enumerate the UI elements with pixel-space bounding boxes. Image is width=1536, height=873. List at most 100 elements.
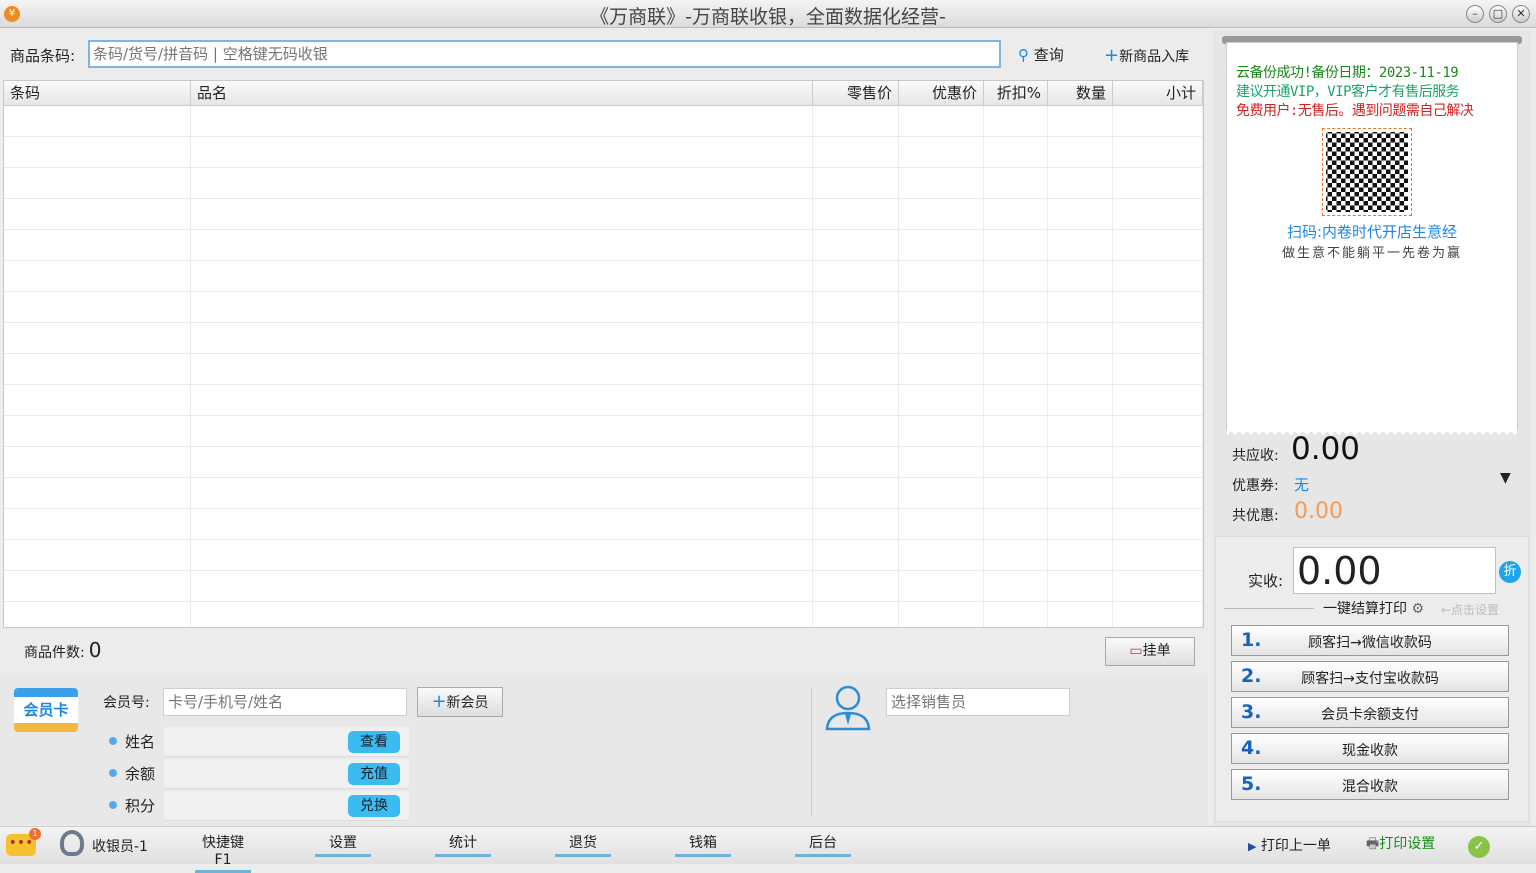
table-cell <box>899 137 984 167</box>
close-button[interactable]: ✕ <box>1512 5 1530 23</box>
table-cell <box>899 106 984 136</box>
table-cell <box>1048 199 1113 229</box>
nav-button[interactable]: 设置 <box>315 832 371 857</box>
window-title: 《万商联》-万商联收银，全面数据化经营- <box>590 6 946 28</box>
table-cell <box>813 106 899 136</box>
table-row[interactable] <box>4 354 1203 385</box>
status-check-icon: ✓ <box>1468 836 1490 858</box>
discount-button[interactable]: 折 <box>1499 561 1521 583</box>
table-row[interactable] <box>4 447 1203 478</box>
table-row[interactable] <box>4 385 1203 416</box>
table-row[interactable] <box>4 602 1203 627</box>
table-cell <box>191 354 813 384</box>
nav-button[interactable]: 快捷键F1 <box>195 832 251 873</box>
table-row[interactable] <box>4 509 1203 540</box>
query-button[interactable]: ⚲ 查询 <box>1018 44 1064 65</box>
hold-order-button[interactable]: ▭挂单 <box>1105 637 1195 666</box>
one-key-checkout-print[interactable]: 一键结算打印 ⚙ <box>1323 598 1424 618</box>
table-cell <box>813 447 899 477</box>
col-discount-pct[interactable]: 折扣% <box>984 81 1048 105</box>
table-row[interactable] <box>4 230 1203 261</box>
table-cell <box>813 137 899 167</box>
payment-method-button[interactable]: 5. 混合收款 <box>1231 769 1509 800</box>
table-row[interactable] <box>4 540 1203 571</box>
col-barcode[interactable]: 条码 <box>4 81 191 105</box>
col-discount-price[interactable]: 优惠价 <box>899 81 984 105</box>
print-last-button[interactable]: ▶ 打印上一单 <box>1248 835 1331 855</box>
table-row[interactable] <box>4 292 1203 323</box>
new-product-button[interactable]: +新商品入库 <box>1104 45 1189 66</box>
print-settings-button[interactable]: 🖶打印设置 <box>1366 833 1435 857</box>
table-cell <box>899 447 984 477</box>
table-cell <box>1048 137 1113 167</box>
member-action-button[interactable]: 兑换 <box>348 795 400 817</box>
new-product-label: 新商品入库 <box>1119 49 1190 65</box>
item-count-value: 0 <box>88 638 102 662</box>
col-name[interactable]: 品名 <box>191 81 813 105</box>
table-cell <box>1048 571 1113 601</box>
gear-icon[interactable]: ⚙ <box>1411 601 1424 617</box>
table-cell <box>813 261 899 291</box>
table-cell <box>1113 292 1203 322</box>
table-row[interactable] <box>4 571 1203 602</box>
table-cell <box>984 385 1048 415</box>
table-cell <box>984 509 1048 539</box>
coupon-value[interactable]: 无 <box>1294 474 1309 495</box>
table-row[interactable] <box>4 168 1203 199</box>
table-cell <box>1113 261 1203 291</box>
message-badge: 1 <box>29 828 41 840</box>
one-key-label: 一键结算打印 <box>1323 601 1407 617</box>
nav-button[interactable]: 钱箱 <box>675 832 731 857</box>
col-retail-price[interactable]: 零售价 <box>813 81 899 105</box>
bullet-icon <box>109 737 117 745</box>
payment-label: 顾客扫→微信收款码 <box>1308 635 1432 651</box>
member-action-button[interactable]: 充值 <box>348 763 400 785</box>
table-row[interactable] <box>4 323 1203 354</box>
table-row[interactable] <box>4 478 1203 509</box>
table-row[interactable] <box>4 199 1203 230</box>
payment-method-button[interactable]: 3. 会员卡余额支付 <box>1231 697 1509 728</box>
table-cell <box>1113 354 1203 384</box>
payment-method-button[interactable]: 2. 顾客扫→支付宝收款码 <box>1231 661 1509 692</box>
table-cell <box>899 385 984 415</box>
table-cell <box>899 571 984 601</box>
table-cell <box>1113 106 1203 136</box>
table-cell <box>1113 540 1203 570</box>
table-row[interactable] <box>4 106 1203 137</box>
payment-method-button[interactable]: 1. 顾客扫→微信收款码 <box>1231 625 1509 656</box>
table-cell <box>813 602 899 627</box>
member-action-button[interactable]: 查看 <box>348 731 400 753</box>
salesperson-avatar-icon <box>824 683 872 731</box>
table-cell <box>899 199 984 229</box>
member-id-input[interactable] <box>163 688 407 716</box>
col-quantity[interactable]: 数量 <box>1048 81 1113 105</box>
paid-input[interactable]: 0.00 <box>1293 547 1496 594</box>
barcode-search-input[interactable] <box>88 40 1001 68</box>
print-settings-label: 打印设置 <box>1379 836 1436 852</box>
table-row[interactable] <box>4 416 1203 447</box>
table-cell <box>984 602 1048 627</box>
new-member-button[interactable]: +新会员 <box>417 687 503 717</box>
table-cell <box>899 230 984 260</box>
cashier-name: 收银员-1 <box>92 839 148 855</box>
table-cell <box>4 385 191 415</box>
coupon-dropdown-icon[interactable]: ▼ <box>1500 470 1511 486</box>
table-row[interactable] <box>4 137 1203 168</box>
col-subtotal[interactable]: 小计 <box>1113 81 1203 105</box>
table-row[interactable] <box>4 261 1203 292</box>
printer-icon: 🖶 <box>1366 836 1380 852</box>
minimize-button[interactable]: – <box>1466 5 1484 23</box>
query-label: 查询 <box>1033 46 1064 64</box>
table-cell <box>4 323 191 353</box>
scan-subtitle: 做生意不能躺平一先卷为赢 <box>1281 246 1462 261</box>
table-cell <box>1048 354 1113 384</box>
product-table[interactable]: 条码 品名 零售价 优惠价 折扣% 数量 小计 <box>3 80 1204 628</box>
table-cell <box>984 571 1048 601</box>
salesperson-select[interactable] <box>886 688 1070 716</box>
nav-button[interactable]: 退货 <box>555 832 611 857</box>
payment-method-button[interactable]: 4. 现金收款 <box>1231 733 1509 764</box>
table-cell <box>899 509 984 539</box>
nav-button[interactable]: 统计 <box>435 832 491 857</box>
nav-button[interactable]: 后台 <box>795 832 851 857</box>
maximize-button[interactable]: □ <box>1489 5 1507 23</box>
